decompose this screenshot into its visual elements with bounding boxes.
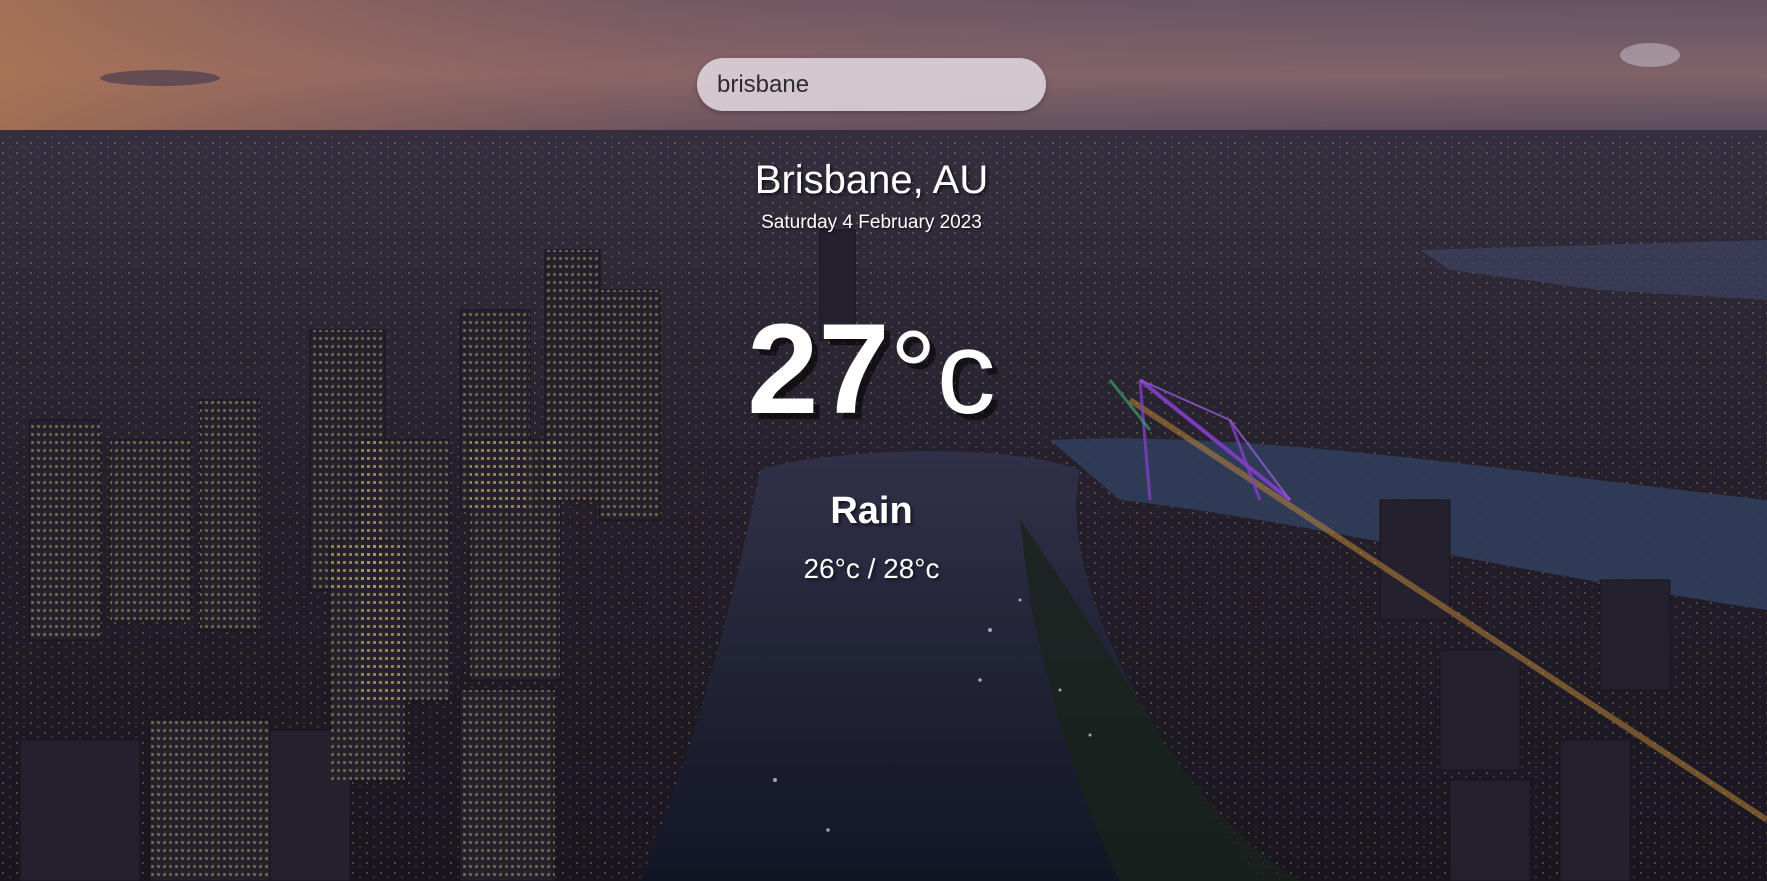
weather-condition: Rain — [830, 490, 913, 532]
current-date: Saturday 4 February 2023 — [761, 212, 982, 233]
temperature-display: 27°c — [0, 300, 1743, 443]
temperature-unit: °c — [889, 307, 996, 439]
temperature-value: 27 — [747, 298, 890, 441]
weather-content: Brisbane, AU Saturday 4 February 2023 27… — [0, 0, 1767, 881]
weather-app: Brisbane, AU Saturday 4 February 2023 27… — [0, 0, 1767, 881]
temperature-range: 26°c / 28°c — [803, 553, 940, 584]
search-input[interactable] — [697, 58, 1046, 111]
search-box[interactable] — [697, 58, 1046, 111]
location-name: Brisbane, AU — [754, 158, 989, 202]
